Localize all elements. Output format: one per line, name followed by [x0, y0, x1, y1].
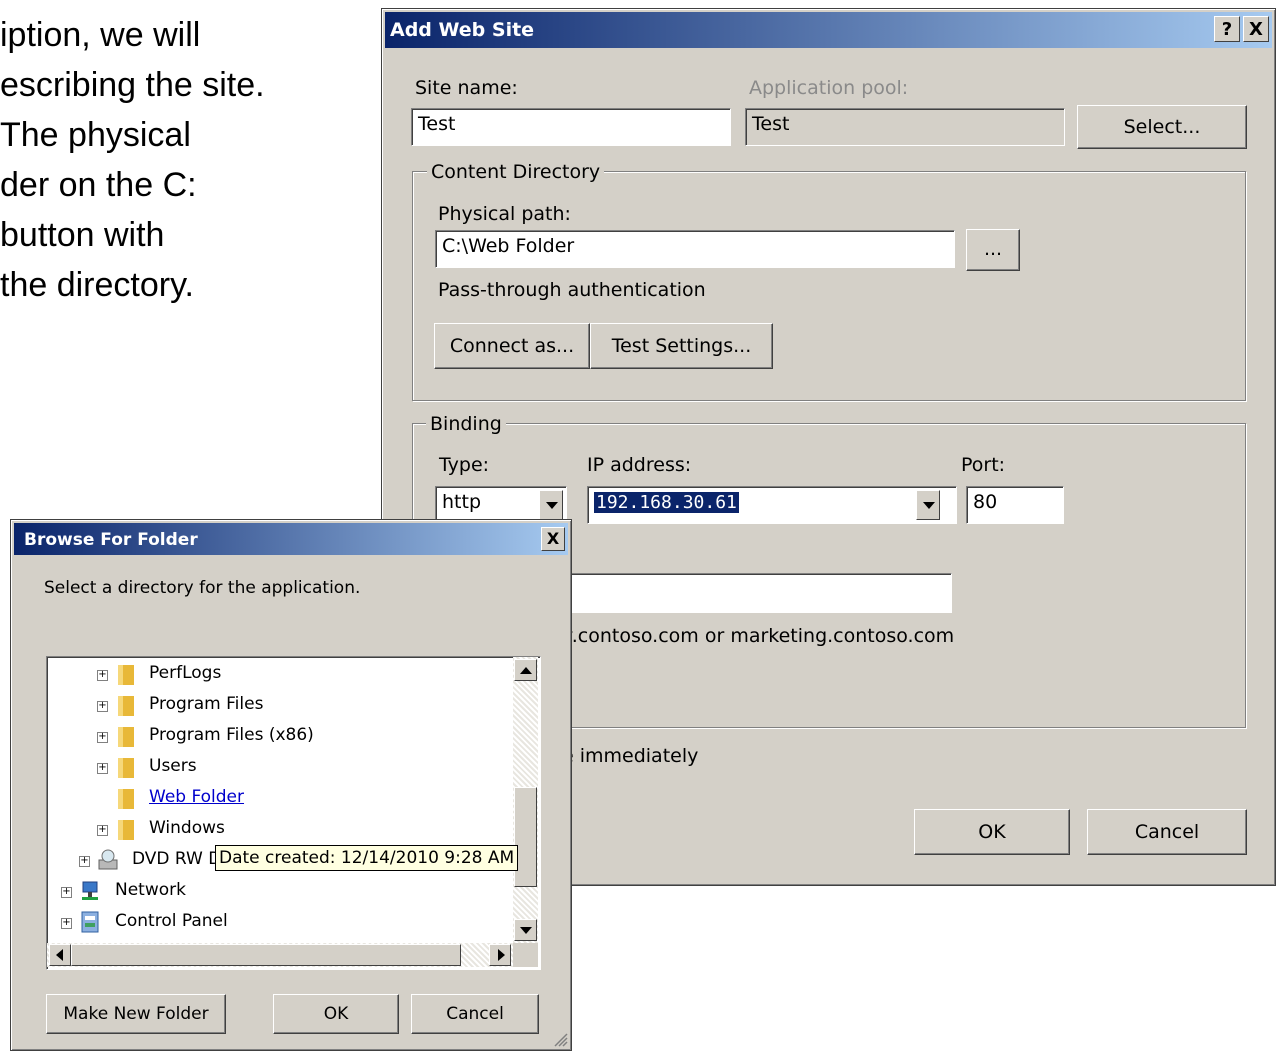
slide-line: The physical — [0, 116, 191, 154]
dvd-drive-icon — [98, 849, 118, 870]
help-button[interactable]: ? — [1214, 16, 1240, 42]
tree-item-label: PerfLogs — [149, 663, 222, 683]
tree-item-label: Windows — [149, 818, 225, 838]
start-website-label: e immediately — [562, 745, 699, 767]
scroll-thumb[interactable] — [514, 787, 537, 887]
ip-address-label: IP address: — [587, 454, 692, 476]
expand-icon[interactable]: + — [97, 701, 108, 712]
ip-address-select[interactable]: 192.168.30.61 — [587, 486, 957, 524]
scroll-right-icon[interactable] — [489, 944, 511, 966]
close-button[interactable]: X — [1243, 16, 1269, 42]
site-name-input[interactable]: Test — [411, 108, 731, 146]
tree-item-label: Program Files (x86) — [149, 725, 314, 745]
scroll-left-icon[interactable] — [49, 944, 71, 966]
tree-item[interactable]: + Network — [47, 878, 517, 906]
close-button[interactable]: X — [541, 527, 565, 551]
control-panel-icon — [81, 911, 99, 933]
title-bar[interactable]: Browse For Folder X — [14, 523, 568, 555]
folder-icon — [118, 789, 134, 809]
type-dropdown-icon[interactable] — [539, 490, 563, 520]
network-icon — [82, 881, 98, 900]
dialog-title: Add Web Site — [390, 19, 535, 41]
tree-item-label: Network — [115, 880, 186, 900]
tree-item-label: Web Folder — [149, 787, 245, 807]
date-created-tooltip: Date created: 12/14/2010 9:28 AM — [215, 845, 519, 871]
test-settings-button[interactable]: Test Settings... — [590, 323, 773, 369]
host-name-example: v.contoso.com or marketing.contoso.com — [562, 625, 955, 647]
resize-grip-icon[interactable] — [549, 1028, 569, 1048]
binding-label: Binding — [426, 413, 506, 435]
browse-cancel-button[interactable]: Cancel — [411, 994, 539, 1034]
site-name-label: Site name: — [415, 77, 518, 99]
scroll-up-icon[interactable] — [514, 659, 537, 681]
folder-icon — [118, 758, 134, 778]
app-pool-input: Test — [745, 108, 1065, 146]
type-label: Type: — [439, 454, 490, 476]
tree-item-selected[interactable]: Web Folder — [47, 785, 517, 813]
browse-for-folder-dialog: Browse For Folder X Select a directory f… — [10, 519, 572, 1051]
slide-line: iption, we will — [0, 16, 201, 54]
scroll-down-icon[interactable] — [514, 919, 537, 941]
expand-icon[interactable]: + — [97, 763, 108, 774]
slide-text: iption, we will escribing the site. The … — [0, 10, 380, 370]
port-input[interactable]: 80 — [966, 486, 1064, 524]
type-value: http — [442, 491, 482, 513]
folder-icon — [118, 727, 134, 747]
port-label: Port: — [961, 454, 1006, 476]
host-name-input[interactable] — [562, 573, 952, 613]
expand-icon[interactable]: + — [97, 825, 108, 836]
expand-icon[interactable]: + — [97, 732, 108, 743]
physical-path-label: Physical path: — [438, 203, 571, 225]
folder-icon — [118, 820, 134, 840]
slide-line: der on the C: — [0, 166, 197, 204]
content-directory-label: Content Directory — [427, 161, 605, 183]
scrollbar-corner — [513, 943, 538, 967]
horizontal-scroll-thumb[interactable] — [71, 944, 461, 966]
slide-line: escribing the site. — [0, 66, 265, 104]
tree-item[interactable]: + Users — [47, 754, 517, 782]
select-app-pool-button[interactable]: Select... — [1077, 105, 1247, 149]
pass-through-label: Pass-through authentication — [438, 279, 706, 301]
tree-item[interactable]: + Control Panel — [47, 909, 517, 937]
tree-item-label: Program Files — [149, 694, 264, 714]
tree-item[interactable]: + PerfLogs — [47, 661, 517, 689]
physical-path-input[interactable]: C:\Web Folder — [435, 230, 955, 268]
tree-item[interactable]: + Program Files (x86) — [47, 723, 517, 751]
expand-icon[interactable]: + — [61, 918, 72, 929]
slide-line: button with — [0, 216, 165, 254]
ok-button[interactable]: OK — [914, 809, 1070, 855]
dialog-title: Browse For Folder — [24, 530, 198, 550]
folder-tree[interactable]: + PerfLogs + Program Files + Program Fil… — [46, 656, 541, 970]
tree-item-label: DVD RW D — [132, 849, 222, 869]
ip-address-value: 192.168.30.61 — [594, 492, 739, 513]
browse-description: Select a directory for the application. — [44, 578, 361, 598]
expand-icon[interactable]: + — [97, 670, 108, 681]
folder-icon — [118, 696, 134, 716]
app-pool-label: Application pool: — [749, 77, 909, 99]
ip-dropdown-icon[interactable] — [916, 490, 940, 520]
expand-icon[interactable]: + — [79, 856, 90, 867]
make-new-folder-button[interactable]: Make New Folder — [46, 994, 226, 1034]
expand-icon[interactable]: + — [61, 887, 72, 898]
tree-item[interactable]: + Windows — [47, 816, 517, 844]
browse-path-button[interactable]: ... — [966, 229, 1020, 271]
title-bar[interactable]: Add Web Site ? X — [385, 12, 1272, 48]
tree-item-label: Users — [149, 756, 197, 776]
tree-item-label: Control Panel — [115, 911, 228, 931]
tree-item[interactable]: + Program Files — [47, 692, 517, 720]
connect-as-button[interactable]: Connect as... — [434, 323, 590, 369]
slide-line: the directory. — [0, 266, 195, 304]
folder-icon — [118, 665, 134, 685]
cancel-button[interactable]: Cancel — [1087, 809, 1247, 855]
browse-ok-button[interactable]: OK — [273, 994, 399, 1034]
